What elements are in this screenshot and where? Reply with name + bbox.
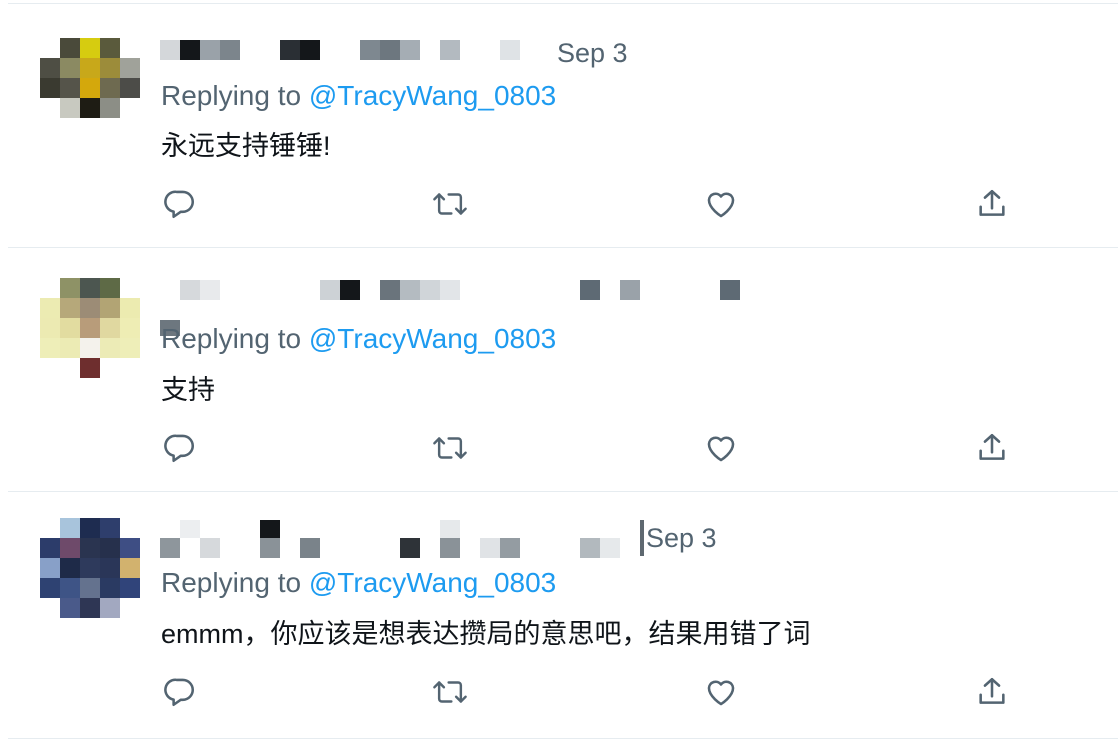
tweet-date[interactable]: Sep 3 [557, 38, 628, 69]
like-button[interactable] [699, 182, 743, 226]
redacted-display-name[interactable] [160, 520, 720, 560]
share-button[interactable] [970, 670, 1014, 714]
tweet-header [160, 276, 1060, 336]
tweet-text: 支持 [161, 375, 215, 405]
replying-to-label: Replying to [161, 567, 309, 598]
tweet-text: 永远支持锤锤! [161, 131, 331, 161]
retweet-arrows-icon [433, 437, 467, 459]
retweet-button[interactable] [428, 670, 472, 714]
tweet-1[interactable]: Sep 3 Replying to @TracyWang_0803 永远支持锤锤… [8, 3, 1118, 247]
retweet-button[interactable] [428, 426, 472, 470]
timeline-divider [8, 738, 1118, 739]
tweet-text: emmm，你应该是想表达攒局的意思吧，结果用错了词 [161, 619, 811, 649]
reply-button[interactable] [158, 426, 202, 470]
avatar[interactable] [40, 38, 140, 138]
share-upload-icon [979, 189, 1005, 216]
speech-bubble-icon [164, 190, 195, 219]
replying-to-handle[interactable]: @TracyWang_0803 [309, 323, 556, 354]
tweet-header: Sep 3 [160, 520, 1060, 560]
retweet-button[interactable] [428, 182, 472, 226]
tweet-2[interactable]: Replying to @TracyWang_0803 支持 [8, 247, 1118, 491]
retweet-arrows-icon [433, 681, 467, 703]
redacted-display-name[interactable] [160, 276, 740, 336]
tweet-actions [158, 670, 1038, 714]
reply-timeline: Sep 3 Replying to @TracyWang_0803 永远支持锤锤… [8, 0, 1118, 744]
tweet-3[interactable]: Sep 3 Replying to @TracyWang_0803 emmm，你… [8, 491, 1118, 735]
reply-button[interactable] [158, 182, 202, 226]
avatar[interactable] [40, 518, 140, 618]
replying-to-handle[interactable]: @TracyWang_0803 [309, 567, 556, 598]
like-button[interactable] [699, 670, 743, 714]
tweet-date[interactable]: Sep 3 [646, 523, 717, 554]
replying-to-handle[interactable]: @TracyWang_0803 [309, 80, 556, 111]
avatar[interactable] [40, 278, 140, 378]
like-button[interactable] [699, 426, 743, 470]
heart-icon [707, 436, 735, 462]
speech-bubble-icon [164, 678, 195, 707]
share-button[interactable] [970, 182, 1014, 226]
replying-to-label: Replying to [161, 323, 309, 354]
reply-button[interactable] [158, 670, 202, 714]
share-button[interactable] [970, 426, 1014, 470]
replying-to: Replying to @TracyWang_0803 [161, 80, 556, 112]
retweet-arrows-icon [433, 193, 467, 215]
redacted-display-name[interactable] [160, 32, 720, 72]
heart-icon [707, 192, 735, 218]
replying-to: Replying to @TracyWang_0803 [161, 567, 556, 599]
replying-to: Replying to @TracyWang_0803 [161, 323, 556, 355]
share-upload-icon [979, 433, 1005, 460]
tweet-actions [158, 182, 1038, 226]
heart-icon [707, 680, 735, 706]
tweet-actions [158, 426, 1038, 470]
speech-bubble-icon [164, 434, 195, 463]
replying-to-label: Replying to [161, 80, 309, 111]
tweet-header: Sep 3 [160, 32, 1060, 72]
share-upload-icon [979, 677, 1005, 704]
